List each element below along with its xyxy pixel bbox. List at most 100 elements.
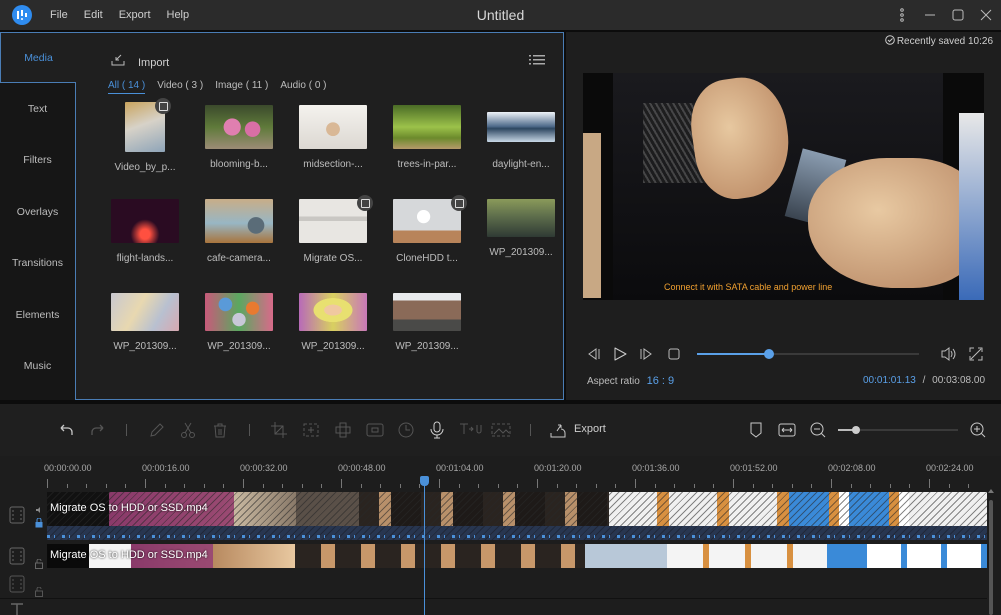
ruler-tick <box>831 479 832 488</box>
track-3-header <box>0 570 47 598</box>
media-thumbnail <box>393 293 461 331</box>
ruler-tick <box>850 484 852 488</box>
video-clip[interactable]: Migrate OS to HDD or SSD.mp4 <box>47 544 987 568</box>
text-to-speech-icon[interactable] <box>459 421 483 439</box>
list-view-icon[interactable] <box>529 53 545 71</box>
ruler-label: 00:00:48.00 <box>338 463 386 473</box>
video-track-3[interactable] <box>47 570 987 598</box>
tab-media[interactable]: Media <box>0 32 76 83</box>
ruler-tick <box>733 479 734 488</box>
filter-image[interactable]: Image ( 11 ) <box>215 80 268 94</box>
crop-icon[interactable] <box>270 421 288 439</box>
aspect-ratio-value[interactable]: 16 : 9 <box>647 375 675 387</box>
minimize-icon[interactable] <box>923 8 937 22</box>
image-edit-icon[interactable] <box>490 421 512 439</box>
edit-pencil-icon[interactable] <box>148 421 166 439</box>
next-frame-icon[interactable] <box>638 346 654 362</box>
ruler-tick <box>635 479 636 488</box>
timeline-vertical-scrollbar[interactable] <box>987 486 995 615</box>
media-thumbnail <box>487 112 555 142</box>
media-item[interactable]: Migrate OS... <box>286 195 380 277</box>
more-options-icon[interactable] <box>895 8 909 22</box>
media-item[interactable]: midsection-... <box>286 105 380 183</box>
media-item[interactable]: blooming-b... <box>192 105 286 183</box>
scrollbar-thumb[interactable] <box>989 500 993 615</box>
media-item[interactable]: daylight-en... <box>474 105 568 183</box>
progress-handle[interactable] <box>764 349 775 359</box>
media-library-panel: Import All ( 14 ) Video ( 3 ) Image ( 11… <box>75 32 564 400</box>
zoom-in-icon[interactable] <box>969 421 987 439</box>
tab-transitions[interactable]: Transitions <box>0 238 75 290</box>
filter-audio[interactable]: Audio ( 0 ) <box>280 80 326 94</box>
ruler-label: 00:01:04.00 <box>436 463 484 473</box>
preview-panel: Recently saved 10:26 Connect it with SAT… <box>566 32 1001 400</box>
media-item[interactable]: Video_by_p... <box>98 98 192 183</box>
media-item-name: WP_201309... <box>395 341 459 352</box>
track-4-header <box>0 599 47 615</box>
menu-edit[interactable]: Edit <box>76 9 111 21</box>
ruler-tick <box>321 484 323 488</box>
media-item[interactable]: CloneHDD t... <box>380 195 474 277</box>
export-button[interactable]: Export <box>574 423 606 435</box>
previous-frame-icon[interactable] <box>586 346 602 362</box>
play-icon[interactable] <box>612 346 628 362</box>
menu-export[interactable]: Export <box>111 9 159 21</box>
close-icon[interactable] <box>979 8 993 22</box>
video-track-icon <box>9 575 25 598</box>
tab-filters[interactable]: Filters <box>0 135 75 187</box>
scroll-up-icon[interactable] <box>988 488 994 494</box>
timeline-ruler[interactable]: 00:00:00.00 00:00:16.00 00:00:32.00 00:0… <box>44 456 987 490</box>
zoom-out-icon[interactable] <box>809 421 827 439</box>
media-item[interactable]: flight-lands... <box>98 199 192 277</box>
text-track[interactable] <box>47 599 987 615</box>
fit-to-timeline-icon[interactable] <box>778 421 796 439</box>
export-cloud-icon[interactable] <box>549 421 567 439</box>
tab-text[interactable]: Text <box>0 83 75 135</box>
media-item[interactable]: WP_201309... <box>474 199 568 277</box>
filter-all[interactable]: All ( 14 ) <box>108 80 146 94</box>
video-clip[interactable]: Migrate OS to HDD or SSD.mp4 <box>47 492 987 526</box>
playback-progress-bar[interactable] <box>697 349 919 359</box>
media-thumbnail <box>205 105 273 149</box>
playhead[interactable] <box>420 476 429 615</box>
fullscreen-icon[interactable] <box>968 346 984 362</box>
filter-video[interactable]: Video ( 3 ) <box>157 80 203 94</box>
media-item[interactable]: WP_201309... <box>98 293 192 371</box>
lock-icon[interactable] <box>35 515 43 533</box>
saved-text: Recently saved 10:26 <box>896 36 993 47</box>
media-item[interactable]: trees-in-par... <box>380 105 474 183</box>
mosaic-icon[interactable] <box>334 421 352 439</box>
media-item-name: Video_by_p... <box>114 162 176 173</box>
picture-in-picture-icon[interactable] <box>366 421 384 439</box>
volume-icon[interactable] <box>940 346 956 362</box>
media-item[interactable]: cafe-camera... <box>192 199 286 277</box>
audio-waveform[interactable] <box>47 526 987 540</box>
menu-file[interactable]: File <box>42 9 76 21</box>
video-track-2[interactable]: Migrate OS to HDD or SSD.mp4 <box>47 544 987 568</box>
freeze-frame-icon[interactable] <box>302 421 320 439</box>
menu-help[interactable]: Help <box>159 9 198 21</box>
tab-elements[interactable]: Elements <box>0 289 75 341</box>
tab-overlays[interactable]: Overlays <box>0 186 75 238</box>
video-track-1[interactable]: Migrate OS to HDD or SSD.mp4 <box>47 492 987 542</box>
speed-clock-icon[interactable] <box>397 421 415 439</box>
marker-icon[interactable] <box>747 421 765 439</box>
maximize-icon[interactable] <box>951 8 965 22</box>
toolbar-divider <box>530 424 531 436</box>
media-item[interactable]: WP_201309... <box>286 293 380 371</box>
timeline-zoom-slider[interactable] <box>838 426 958 434</box>
video-preview[interactable]: Connect it with SATA cable and power lin… <box>583 73 984 300</box>
zoom-slider-handle[interactable] <box>852 426 860 434</box>
media-item[interactable]: WP_201309... <box>192 293 286 371</box>
delete-icon[interactable] <box>211 421 229 439</box>
import-button[interactable]: Import <box>110 53 169 72</box>
redo-icon[interactable] <box>89 421 107 439</box>
ruler-tick <box>105 484 107 488</box>
stop-icon[interactable] <box>666 346 682 362</box>
cut-icon[interactable] <box>179 421 197 439</box>
media-item[interactable]: WP_201309... <box>380 293 474 371</box>
undo-icon[interactable] <box>57 421 75 439</box>
tab-music[interactable]: Music <box>0 341 75 393</box>
playhead-handle[interactable] <box>420 476 429 486</box>
microphone-icon[interactable] <box>428 421 446 439</box>
